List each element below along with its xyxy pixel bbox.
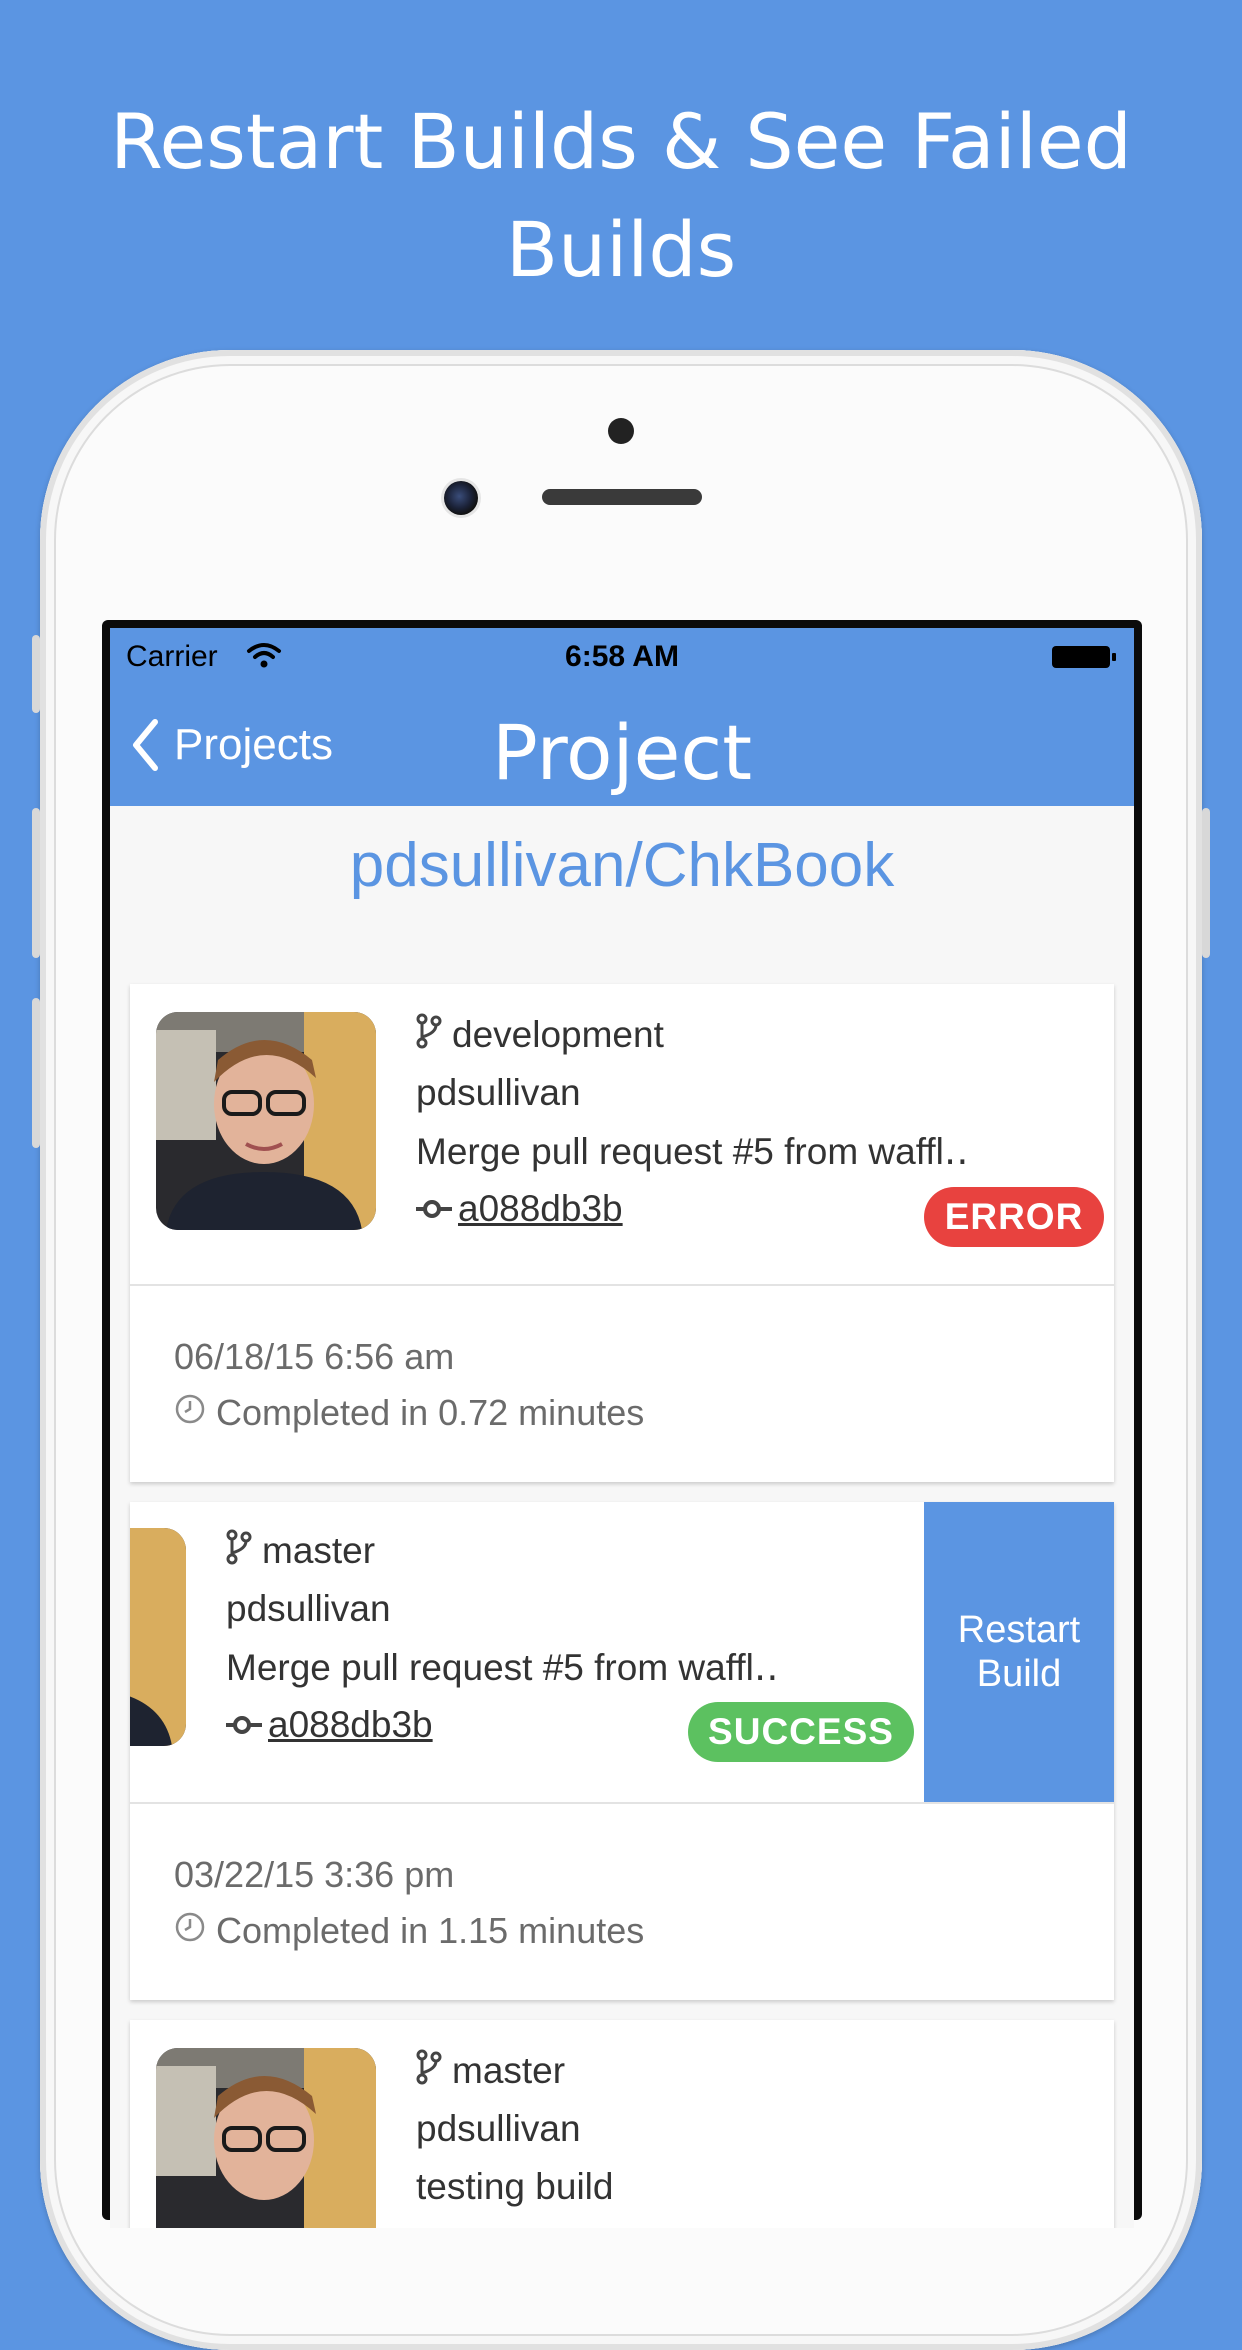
build-card[interactable]: development pdsullivan Merge pull reques… [130,984,1114,1482]
branch-icon [416,1013,442,1058]
navigation-bar: Projects Project [110,688,1134,806]
status-badge: ERROR [924,1187,1104,1247]
clock-icon [174,1392,206,1434]
build-card[interactable]: master pdsullivan testing build [130,2020,1114,2228]
app-screen: Carrier 6:58 AM Projects Project pdsulli… [110,628,1134,2228]
status-time: 6:58 AM [565,640,679,673]
branch-name: development [452,1014,664,1055]
build-summary: master pdsullivan Merge pull request #5 … [130,1502,1114,1804]
phone-volume-down [32,998,40,1148]
commit-hash-link[interactable]: a088db3b [268,1704,433,1746]
commit-icon [416,1188,452,1230]
branch-icon [416,2049,442,2094]
build-details: 03/22/15 3:36 pm Completed in 1.15 minut… [130,1804,1114,2000]
headline-line-2: Builds [505,205,737,294]
phone-volume-up [32,808,40,958]
commit-author: pdsullivan [416,2108,581,2149]
phone-mute-switch [32,635,40,713]
commit-message: testing build [416,2166,614,2207]
status-bar: Carrier 6:58 AM [110,628,1134,688]
build-info: master pdsullivan testing build [416,2042,613,2216]
battery-icon [1052,646,1116,668]
avatar [156,1012,376,1230]
build-date: 03/22/15 3:36 pm [174,1854,455,1895]
phone-speaker [542,489,702,505]
avatar [130,1528,186,1746]
clock-icon [174,1910,206,1952]
build-duration: Completed in 1.15 minutes [216,1910,645,1951]
headline-line-1: Restart Builds & See Failed [110,97,1132,186]
commit-message: Merge pull request #5 from waffl‥ [416,1130,969,1172]
build-summary: development pdsullivan Merge pull reques… [130,984,1114,1286]
avatar [156,2048,376,2228]
phone-sensor [608,418,634,444]
phone-camera [444,481,478,515]
commit-icon [226,1704,262,1746]
commit-message: Merge pull request #5 from waffl‥ [226,1646,779,1688]
build-card[interactable]: master pdsullivan Merge pull request #5 … [130,1502,1114,2000]
restart-build-button[interactable]: Restart Build [924,1502,1114,1802]
status-badge: SUCCESS [688,1702,914,1762]
build-details: 06/18/15 6:56 am Completed in 0.72 minut… [130,1286,1114,1482]
page-title: Project [491,708,753,797]
build-info: development pdsullivan Merge pull reques… [416,1006,969,1238]
commit-author: pdsullivan [416,1072,581,1113]
headline: Restart Builds & See Failed Builds [0,88,1242,304]
repo-name: pdsullivan/ChkBook [349,831,895,900]
build-date: 06/18/15 6:56 am [174,1336,455,1377]
commit-author: pdsullivan [226,1588,391,1629]
build-summary: master pdsullivan testing build [130,2020,1114,2228]
branch-name: master [262,1530,376,1571]
build-duration: Completed in 0.72 minutes [216,1392,645,1433]
branch-name: master [452,2050,566,2091]
commit-hash-link[interactable]: a088db3b [458,1188,623,1230]
phone-power-button [1202,808,1210,958]
branch-icon [226,1529,252,1574]
